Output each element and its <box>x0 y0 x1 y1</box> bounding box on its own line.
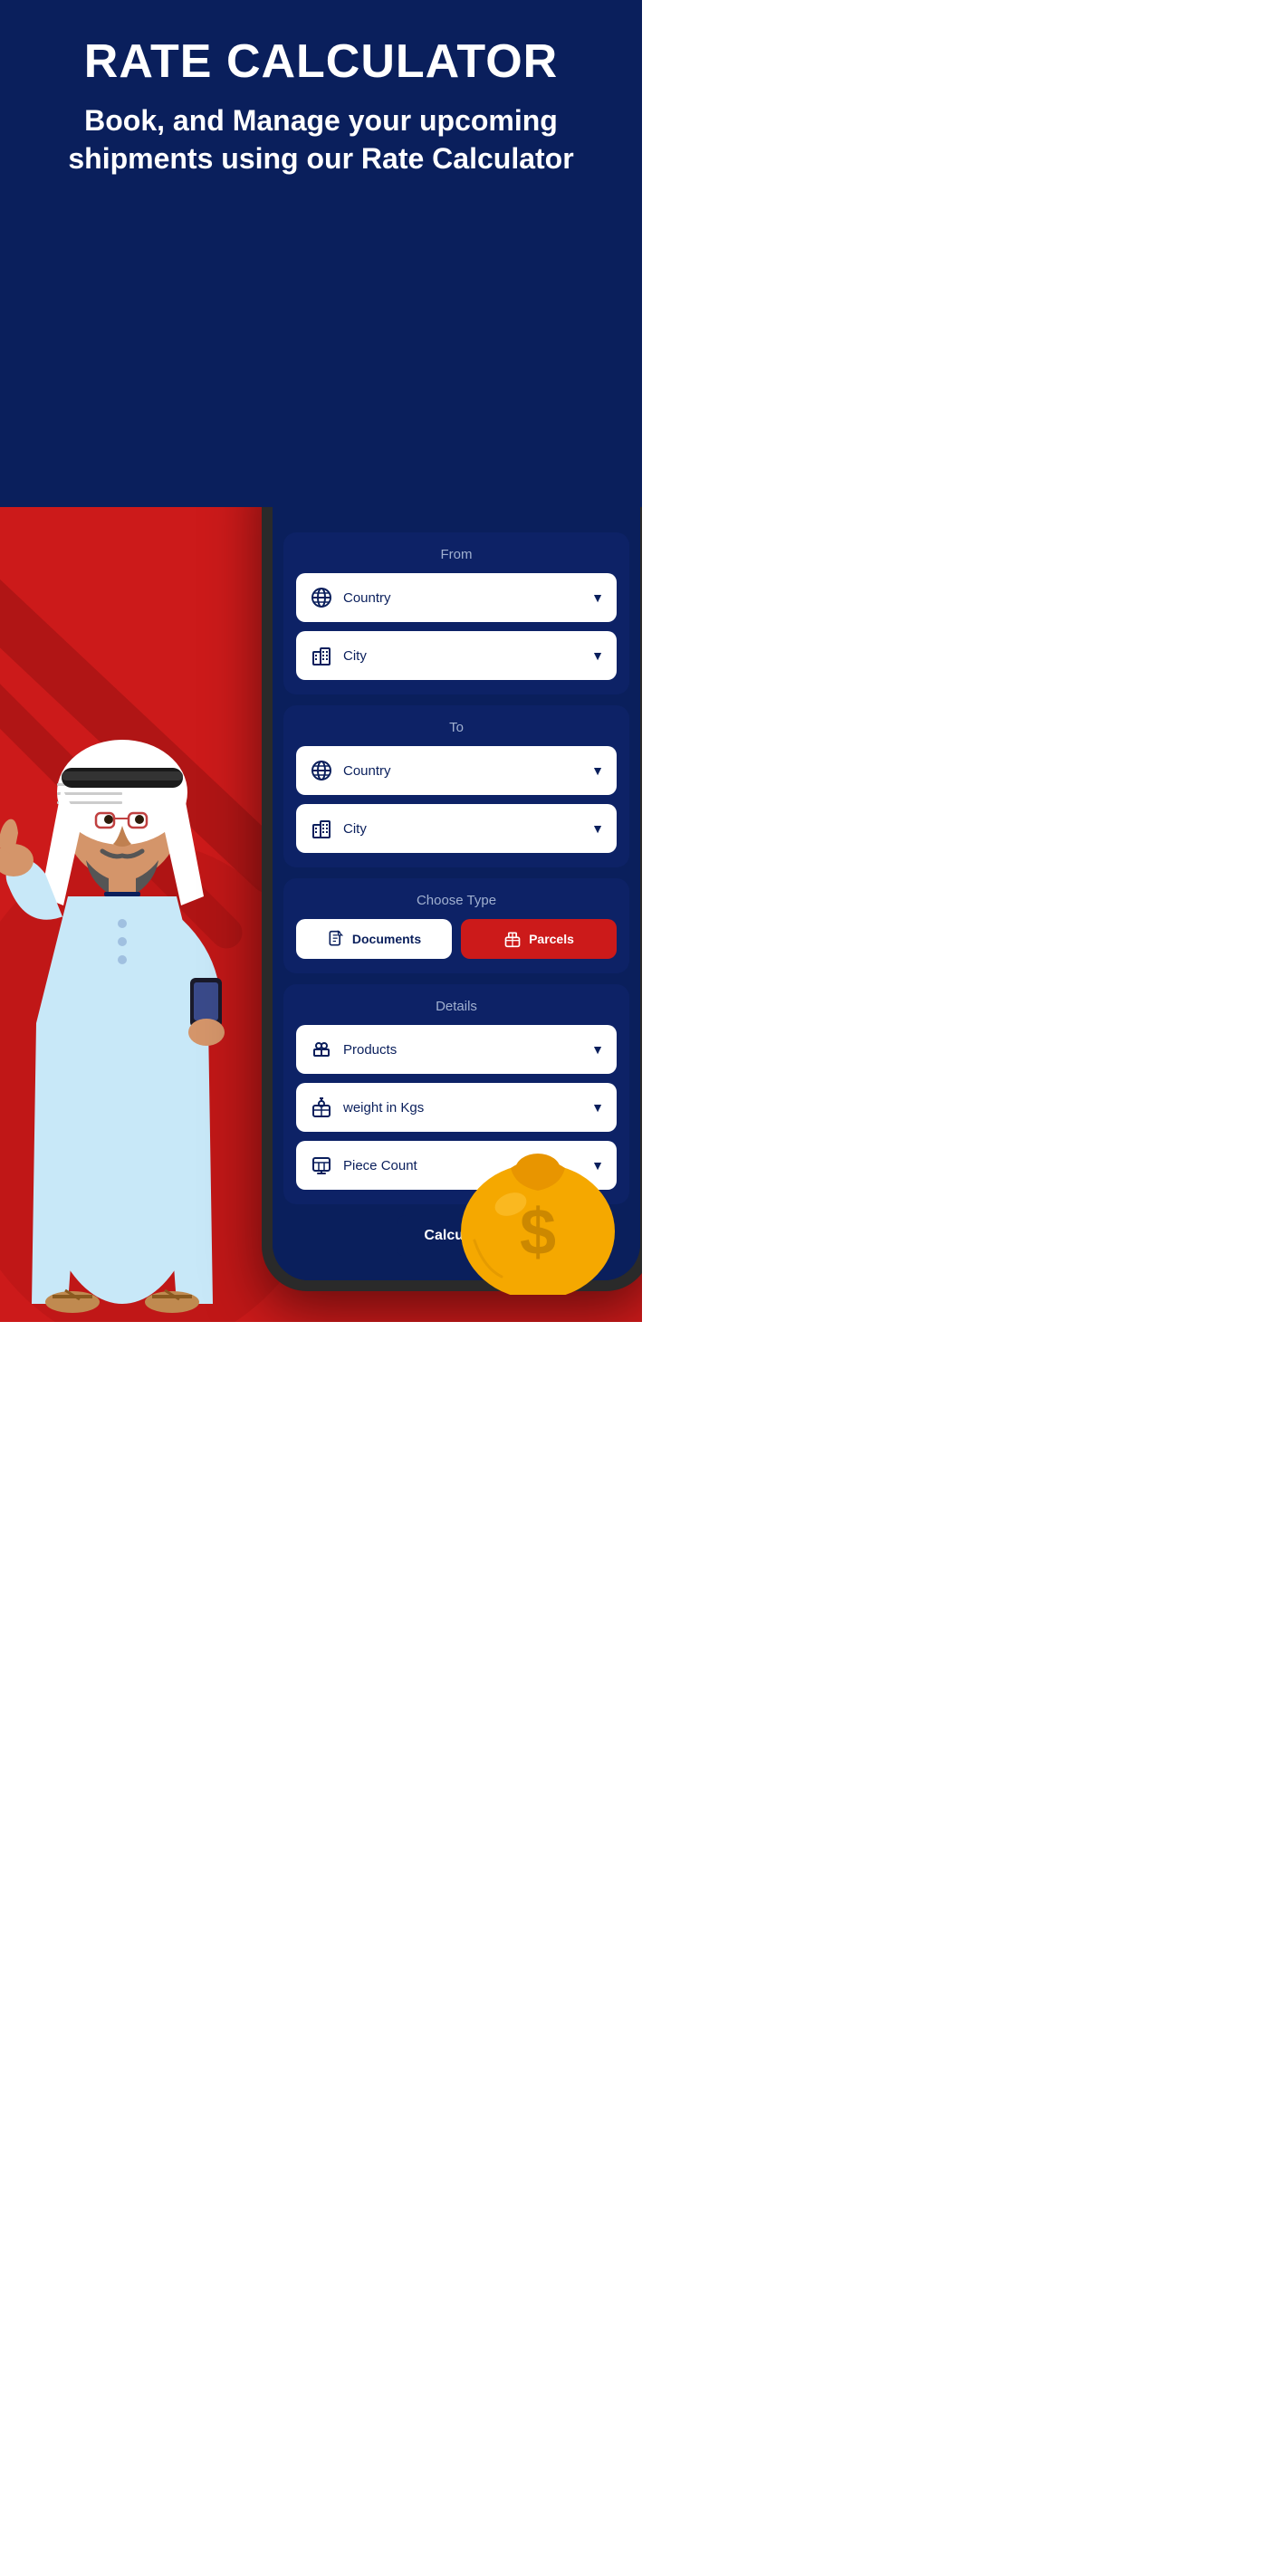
from-country-dropdown[interactable]: Country ▼ <box>296 573 617 622</box>
chevron-down-icon: ▼ <box>591 590 604 605</box>
chevron-down-icon: ▼ <box>591 1042 604 1057</box>
app-header: ← Rate Calculator <box>273 507 640 523</box>
money-bag-illustration: $ <box>447 1096 628 1295</box>
to-city-dropdown[interactable]: City ▼ <box>296 804 617 853</box>
products-dropdown[interactable]: Products ▼ <box>296 1025 617 1074</box>
type-button-group: Documents Parcels <box>296 919 617 959</box>
globe-icon <box>309 585 334 610</box>
products-icon <box>309 1037 334 1062</box>
hero-title: RATE CALCULATOR <box>27 36 615 88</box>
documents-label: Documents <box>352 932 421 946</box>
hero-subtitle: Book, and Manage your upcoming shipments… <box>27 102 615 177</box>
weight-icon <box>309 1095 334 1120</box>
documents-button[interactable]: Documents <box>296 919 452 959</box>
from-city-text: City <box>343 648 582 664</box>
to-label: To <box>296 720 617 735</box>
to-country-dropdown[interactable]: Country ▼ <box>296 746 617 795</box>
to-city-text: City <box>343 821 582 837</box>
from-label: From <box>296 547 617 562</box>
choose-type-card: Choose Type Documents <box>283 878 629 973</box>
chevron-down-icon: ▼ <box>591 821 604 836</box>
chevron-down-icon: ▼ <box>591 648 604 663</box>
piece-count-icon <box>309 1153 334 1178</box>
character-figure <box>0 616 272 1322</box>
parcels-label: Parcels <box>529 932 574 946</box>
from-city-dropdown[interactable]: City ▼ <box>296 631 617 680</box>
to-card: To <box>283 705 629 867</box>
from-card: From <box>283 532 629 694</box>
type-label: Choose Type <box>296 893 617 908</box>
globe-icon <box>309 758 334 783</box>
back-button[interactable]: ← <box>291 507 311 509</box>
red-section: ← Rate Calculator From <box>0 507 642 1322</box>
details-label: Details <box>296 999 617 1014</box>
to-country-text: Country <box>343 763 582 779</box>
building-icon <box>309 643 334 668</box>
chevron-down-icon: ▼ <box>591 763 604 778</box>
from-country-text: Country <box>343 590 582 606</box>
products-text: Products <box>343 1042 582 1058</box>
svg-text:$: $ <box>520 1196 556 1269</box>
hero-section: RATE CALCULATOR Book, and Manage your up… <box>0 0 642 507</box>
app-header-title: Rate Calculator <box>321 507 591 508</box>
parcels-button[interactable]: Parcels <box>461 919 617 959</box>
building-icon <box>309 816 334 841</box>
